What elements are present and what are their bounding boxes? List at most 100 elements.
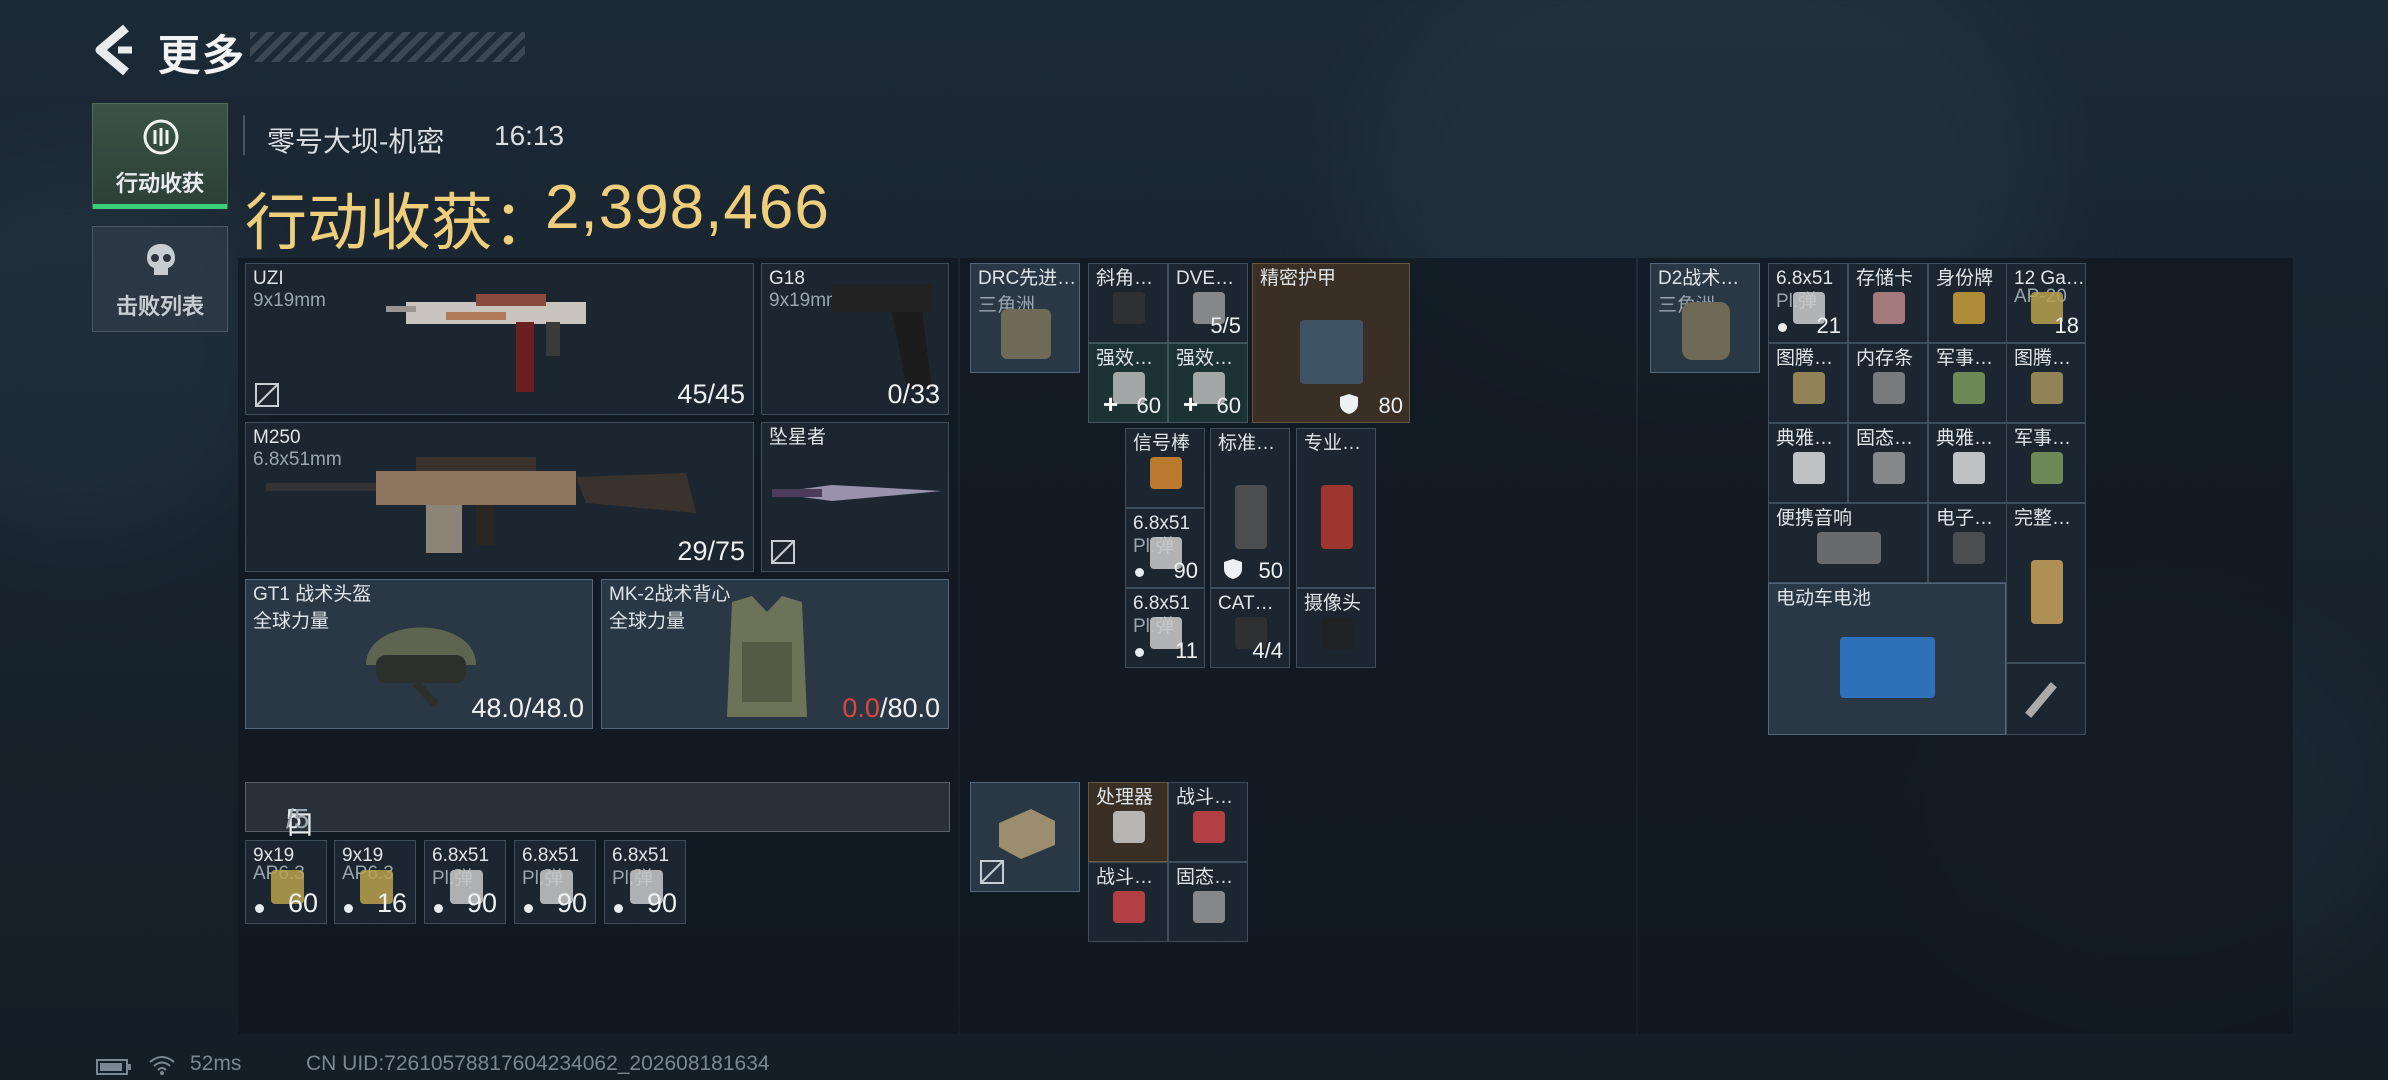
chest-rig-slot[interactable]: DRC先进… 三角洲: [970, 263, 1080, 373]
chest-rig-name: DRC先进…: [978, 268, 1077, 289]
uzi-icon: [386, 294, 586, 392]
ammo-dot-icon: [344, 904, 353, 913]
divider: [243, 115, 245, 155]
backpack-item[interactable]: 军事…: [2006, 423, 2086, 503]
weapon-ammo: 29/75: [677, 536, 745, 566]
rig-item[interactable]: 标准… 50: [1210, 428, 1290, 588]
backpack-item[interactable]: 图腾…: [2006, 343, 2086, 423]
helmet-icon: [366, 627, 476, 708]
pocket-item[interactable]: 9x19AP6.360: [245, 840, 327, 924]
item-name: 摄像头: [1304, 593, 1362, 614]
safe-item[interactable]: 战斗…: [1168, 782, 1248, 862]
rig-item[interactable]: 信号棒: [1125, 428, 1205, 508]
safe-box-slot[interactable]: [970, 782, 1080, 892]
dog-tag-icon: [1953, 292, 1985, 324]
item-name: 图腾…: [1776, 348, 1834, 369]
safe-item[interactable]: 战斗…: [1088, 862, 1168, 942]
tool-icon: [2025, 682, 2057, 718]
ssd-icon: [1873, 452, 1905, 484]
map-name: 零号大坝-机密: [267, 126, 445, 157]
backpack-item[interactable]: 内存条: [1848, 343, 1928, 423]
safe-item[interactable]: 固态…: [1168, 862, 1248, 942]
backpack-item[interactable]: [2006, 663, 2086, 735]
item-name: 内存条: [1856, 348, 1914, 369]
knife-icon: [772, 485, 942, 501]
pocket-item[interactable]: 6.8x51Pl.弹90: [604, 840, 686, 924]
tab-loot[interactable]: 行动收获: [92, 103, 228, 209]
safe-item[interactable]: 处理器: [1088, 782, 1168, 862]
pocket-item[interactable]: 6.8x51Pl.弹90: [424, 840, 506, 924]
tab-active-indicator: [93, 204, 227, 209]
melee-slot[interactable]: 坠星者: [761, 422, 949, 572]
ammo-dot-icon: [614, 904, 623, 913]
backpack-item[interactable]: 图腾…: [1768, 343, 1848, 423]
tab-kill-list-label: 击败列表: [115, 294, 204, 319]
backpack-item[interactable]: 军事…: [1928, 343, 2008, 423]
rig-item[interactable]: CAT… 4/4: [1210, 588, 1290, 668]
weapon-slot-primary[interactable]: UZI 9x19mm 45/45: [245, 263, 754, 415]
item-name: 图腾…: [2014, 348, 2072, 369]
weapon-slot-heavy[interactable]: M250 6.8x51mm 29/75: [245, 422, 754, 572]
safe-box-icon: [999, 809, 1055, 859]
item-name: 便携音响: [1776, 508, 1853, 529]
vest-icon: [727, 596, 807, 717]
weapon-slot-secondary[interactable]: G18 9x19mm 0/33: [761, 263, 949, 415]
speaker-icon: [1817, 532, 1881, 564]
backpack-item[interactable]: 完整…: [2006, 503, 2086, 663]
backpack-item[interactable]: 存储卡: [1848, 263, 1928, 343]
item-name: 战斗…: [1176, 787, 1234, 808]
ammo-dot-icon: [524, 904, 533, 913]
device-icon: [1953, 532, 1985, 564]
weapon-caliber: 9x19mm: [253, 290, 326, 311]
rig-item[interactable]: 精密护甲 80: [1252, 263, 1410, 423]
helmet-durability: 48.0/48.0: [471, 693, 584, 723]
item-name: 存储卡: [1856, 268, 1914, 289]
item-quantity: 5/5: [1210, 313, 1241, 338]
backpack-item[interactable]: 便携音响: [1768, 503, 1928, 583]
rig-item[interactable]: 斜角…: [1088, 263, 1168, 343]
item-name: 战斗…: [1096, 867, 1154, 888]
body-armor-slot[interactable]: MK-2战术背心 全球力量 0.0/80.0: [601, 579, 949, 729]
backpack-item[interactable]: 固态…: [1848, 423, 1928, 503]
totem-icon: [1793, 372, 1825, 404]
rig-item[interactable]: 强效… +60: [1088, 343, 1168, 423]
back-arrow-icon[interactable]: [88, 20, 138, 80]
rig-item[interactable]: 摄像头: [1296, 588, 1376, 668]
backpack-item[interactable]: 12 Ga…AP-2018: [2006, 263, 2086, 343]
item-name: 军事…: [1936, 348, 1994, 369]
weapon-ammo: 45/45: [677, 379, 745, 409]
backpack-item[interactable]: 电子…: [1928, 503, 2008, 583]
ram-icon: [1873, 372, 1905, 404]
pocket-header: 口袋：5/5: [245, 782, 950, 880]
item-name: DVE…: [1176, 268, 1235, 289]
backpack-item[interactable]: 6.8x51Pl.弹21: [1768, 263, 1848, 343]
item-quantity: 21: [1816, 313, 1841, 338]
item-quantity: 60: [1216, 393, 1241, 418]
backpack-slot[interactable]: D2战术… 三角洲: [1650, 263, 1760, 373]
rig-item[interactable]: 6.8x51Pl.弹90: [1125, 508, 1205, 588]
rig-item[interactable]: 6.8x51Pl.弹11: [1125, 588, 1205, 668]
rig-item[interactable]: 强效… +60: [1168, 343, 1248, 423]
rig-item[interactable]: 专业…: [1296, 428, 1376, 588]
processor-icon: [1113, 811, 1145, 843]
item-name: 专业…: [1304, 433, 1362, 454]
helmet-icon: [1235, 485, 1267, 549]
rig-item[interactable]: DVE… 5/5: [1168, 263, 1248, 343]
ammo-dot-icon: [1778, 323, 1787, 332]
loot-icon: [143, 119, 179, 155]
backpack-item[interactable]: 电动车电池: [1768, 583, 2006, 735]
pocket-item[interactable]: 6.8x51Pl.弹90: [514, 840, 596, 924]
wifi-icon: [149, 1056, 175, 1075]
helmet-slot[interactable]: GT1 战术头盔 全球力量 48.0/48.0: [245, 579, 593, 729]
earnings-label: 行动收获：: [245, 189, 556, 258]
backpack-item[interactable]: 典雅…: [1768, 423, 1848, 503]
backpack-item[interactable]: 身份牌: [1928, 263, 2008, 343]
item-name: 固态…: [1856, 428, 1914, 449]
backpack-item[interactable]: 典雅…: [1928, 423, 2008, 503]
item-name: 典雅…: [1936, 428, 1994, 449]
skull-icon: [147, 244, 175, 275]
pocket-item[interactable]: 9x19AP6.316: [334, 840, 416, 924]
tab-kill-list[interactable]: 击败列表: [92, 226, 228, 332]
item-name: 军事…: [2014, 428, 2072, 449]
stim-icon: [1193, 811, 1225, 843]
